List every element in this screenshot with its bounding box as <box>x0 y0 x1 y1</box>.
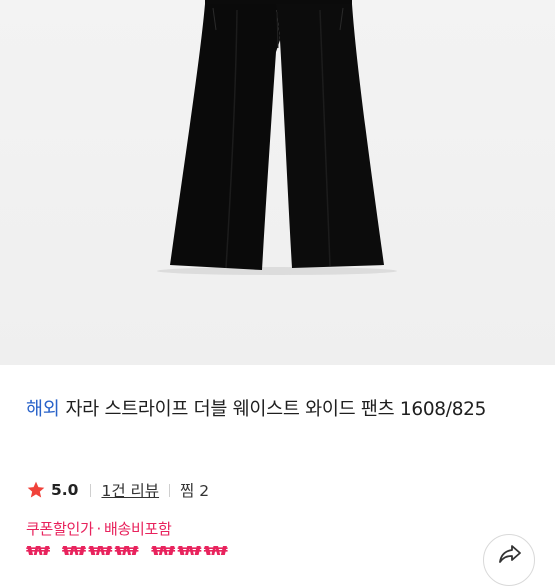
product-title: 해외 자라 스트라이프 더블 웨이스트 와이드 팬츠 1608/825 <box>26 394 541 426</box>
price-partial: ₩ ₩₩₩,₩₩₩₩ <box>26 546 236 555</box>
share-icon <box>499 545 521 563</box>
meta-divider <box>169 483 171 497</box>
product-meta: 5.0 1건 리뷰 찜 2 <box>26 478 209 502</box>
coupon-price-label: 쿠폰할인가 <box>26 520 94 538</box>
shipping-included-label: 배송비포함 <box>103 520 172 538</box>
review-count-link[interactable]: 1건 리뷰 <box>101 479 159 501</box>
star-icon <box>27 481 45 498</box>
overseas-badge: 해외 <box>26 399 60 420</box>
share-button[interactable] <box>483 534 535 586</box>
coupon-info: 쿠폰할인가 · 배송비포함 <box>26 518 172 539</box>
product-image[interactable] <box>0 0 555 365</box>
price-partial-text: ₩ ₩₩₩,₩₩₩₩ <box>26 546 236 555</box>
pants-illustration <box>0 0 555 365</box>
product-title-text: 자라 스트라이프 더블 웨이스트 와이드 팬츠 1608/825 <box>65 399 487 420</box>
rating-value: 5.0 <box>51 481 79 499</box>
coupon-separator: · <box>96 520 102 538</box>
meta-divider <box>90 483 92 497</box>
like-count: 찜 2 <box>180 482 210 500</box>
